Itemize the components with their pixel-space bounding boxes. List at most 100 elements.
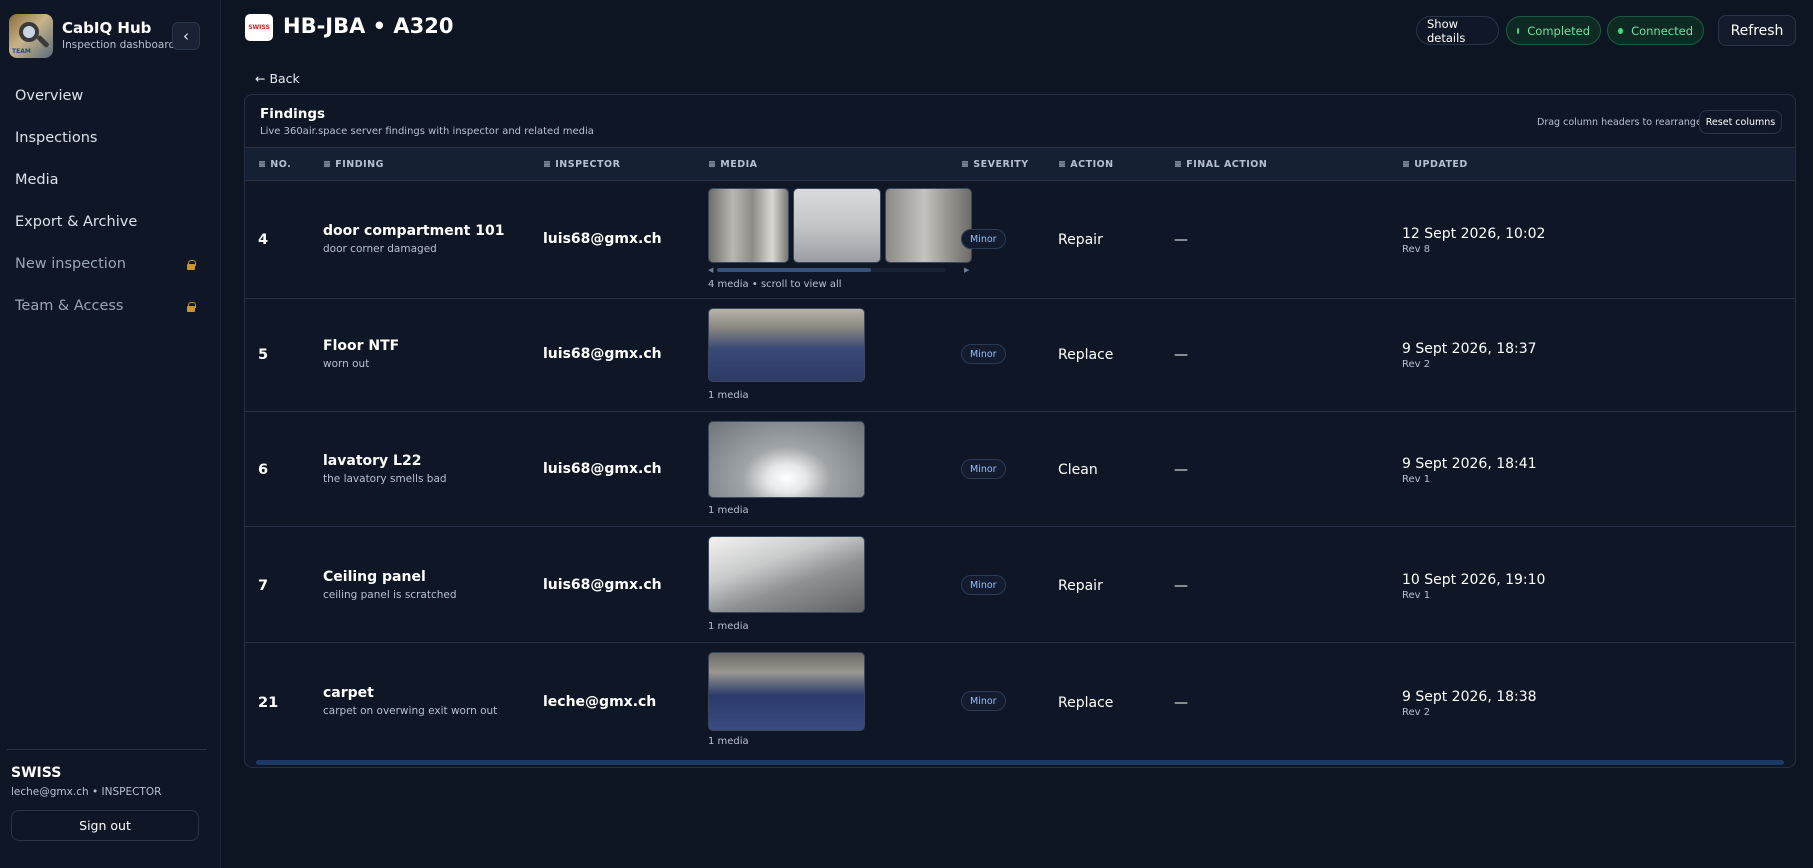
sidebar-item-label: Inspections <box>15 130 98 146</box>
updated-timestamp: 9 Sept 2026, 18:38 <box>1402 689 1537 705</box>
media-scrollbar[interactable] <box>717 268 946 272</box>
final-action-value: — <box>1174 347 1188 363</box>
column-header-finding[interactable]: ≡ FINDING <box>323 159 384 170</box>
app-subtitle: Inspection dashboard <box>62 39 176 51</box>
status-badge-completed: Completed <box>1506 16 1601 45</box>
table-row[interactable]: 5 Floor NTF worn out luis68@gmx.ch 1 med… <box>245 299 1795 412</box>
final-action-value: — <box>1174 578 1188 594</box>
back-link[interactable]: ← Back <box>255 71 300 86</box>
severity-badge: Minor <box>961 344 1006 364</box>
airline-badge: SWISS <box>245 14 273 41</box>
finding-description: ceiling panel is scratched <box>323 589 457 601</box>
column-header-media[interactable]: ≡ MEDIA <box>708 159 757 170</box>
status-badge-connected: Connected <box>1607 16 1704 45</box>
reset-columns-button[interactable]: Reset columns <box>1699 110 1782 134</box>
media-thumbnail[interactable] <box>708 536 865 613</box>
app-title: CabIQ Hub <box>62 19 152 37</box>
logo-tag: TEAM <box>12 48 31 55</box>
table-row[interactable]: 4 door compartment 101 door corner damag… <box>245 181 1795 299</box>
updated-timestamp: 10 Sept 2026, 19:10 <box>1402 572 1546 588</box>
finding-number: 5 <box>258 347 269 363</box>
table-row[interactable]: 6 lavatory L22 the lavatory smells bad l… <box>245 412 1795 527</box>
finding-title: Floor NTF <box>323 338 400 354</box>
finding-description: door corner damaged <box>323 243 437 255</box>
severity-badge: Minor <box>961 691 1006 711</box>
status-dot-icon <box>1517 27 1520 34</box>
sidebar-divider <box>7 749 207 750</box>
severity-badge: Minor <box>961 229 1006 249</box>
sidebar-item-new-inspection[interactable]: New inspection <box>0 243 221 285</box>
table-row[interactable]: 7 Ceiling panel ceiling panel is scratch… <box>245 527 1795 643</box>
sidebar-item-label: Overview <box>15 88 84 104</box>
findings-title: Findings <box>260 106 326 122</box>
column-header-severity[interactable]: ≡ SEVERITY <box>961 159 1029 170</box>
severity-badge: Minor <box>961 459 1006 479</box>
action-value: Replace <box>1058 695 1114 711</box>
table-horizontal-scrollbar[interactable] <box>256 760 1784 765</box>
organization-name: SWISS <box>11 765 62 781</box>
inspector-email: luis68@gmx.ch <box>543 231 662 247</box>
media-thumbnail[interactable] <box>708 308 865 382</box>
scroll-left-icon[interactable]: ◀ <box>708 266 713 274</box>
media-thumbnail[interactable] <box>885 188 972 263</box>
sidebar-item-label: New inspection <box>15 256 126 272</box>
media-caption: 1 media <box>708 505 749 516</box>
sidebar-item-inspections[interactable]: Inspections <box>0 117 221 159</box>
finding-title: carpet <box>323 685 374 701</box>
updated-timestamp: 9 Sept 2026, 18:37 <box>1402 341 1537 357</box>
sidebar-item-media[interactable]: Media <box>0 159 221 201</box>
sidebar-item-export-archive[interactable]: Export & Archive <box>0 201 221 243</box>
media-thumbnail[interactable] <box>708 421 865 498</box>
lock-icon <box>187 301 196 312</box>
status-label: Connected <box>1631 23 1693 38</box>
finding-description: carpet on overwing exit worn out <box>323 705 498 717</box>
revision-label: Rev 8 <box>1402 244 1431 255</box>
chevron-left-icon: ‹ <box>183 27 189 45</box>
sidebar-item-team-access[interactable]: Team & Access <box>0 285 221 327</box>
sidebar-nav: Overview Inspections Media Export & Arch… <box>0 75 221 327</box>
refresh-button[interactable]: Refresh <box>1718 15 1796 46</box>
finding-title: Ceiling panel <box>323 569 426 585</box>
media-thumbnail[interactable] <box>708 652 865 731</box>
revision-label: Rev 2 <box>1402 707 1431 718</box>
column-header-action[interactable]: ≡ ACTION <box>1058 159 1114 170</box>
inspector-email: leche@gmx.ch <box>543 694 657 710</box>
column-header-inspector[interactable]: ≡ INSPECTOR <box>543 159 620 170</box>
action-value: Repair <box>1058 578 1103 594</box>
finding-title: door compartment 101 <box>323 223 505 239</box>
severity-badge: Minor <box>961 575 1006 595</box>
media-thumbnail[interactable] <box>793 188 881 263</box>
column-header-updated[interactable]: ≡ UPDATED <box>1402 159 1468 170</box>
finding-number: 7 <box>258 578 269 594</box>
table-row[interactable]: 21 carpet carpet on overwing exit worn o… <box>245 643 1795 758</box>
updated-timestamp: 12 Sept 2026, 10:02 <box>1402 226 1546 242</box>
findings-subtitle: Live 360air.space server findings with i… <box>260 126 594 137</box>
collapse-sidebar-button[interactable]: ‹ <box>172 22 200 50</box>
column-header-no[interactable]: ≡ NO. <box>258 159 291 170</box>
media-thumbnail[interactable] <box>708 188 789 263</box>
action-value: Repair <box>1058 232 1103 248</box>
brand: TEAM CabIQ Hub Inspection dashboard <box>9 14 175 58</box>
finding-number: 21 <box>258 695 279 711</box>
media-scrollbar-thumb[interactable] <box>717 268 871 272</box>
sign-out-button[interactable]: Sign out <box>11 810 199 841</box>
column-header-final-action[interactable]: ≡ FINAL ACTION <box>1174 159 1267 170</box>
app-logo: TEAM <box>9 14 53 58</box>
status-dot-icon <box>1618 27 1624 34</box>
page-title: HB-JBA • A320 <box>283 14 454 38</box>
show-details-button[interactable]: Show details <box>1416 16 1499 45</box>
sidebar-item-label: Media <box>15 172 59 188</box>
finding-description: worn out <box>323 358 370 370</box>
drag-hint: Drag column headers to rearrange <box>1537 117 1702 128</box>
sidebar-item-overview[interactable]: Overview <box>0 75 221 117</box>
scroll-right-icon[interactable]: ▶ <box>964 266 969 274</box>
revision-label: Rev 2 <box>1402 359 1431 370</box>
updated-timestamp: 9 Sept 2026, 18:41 <box>1402 456 1537 472</box>
status-label: Completed <box>1527 23 1590 38</box>
media-caption: 1 media <box>708 621 749 632</box>
lock-icon <box>187 259 196 270</box>
inspector-email: luis68@gmx.ch <box>543 577 662 593</box>
media-caption: 1 media <box>708 390 749 401</box>
revision-label: Rev 1 <box>1402 474 1431 485</box>
inspector-email: luis68@gmx.ch <box>543 346 662 362</box>
